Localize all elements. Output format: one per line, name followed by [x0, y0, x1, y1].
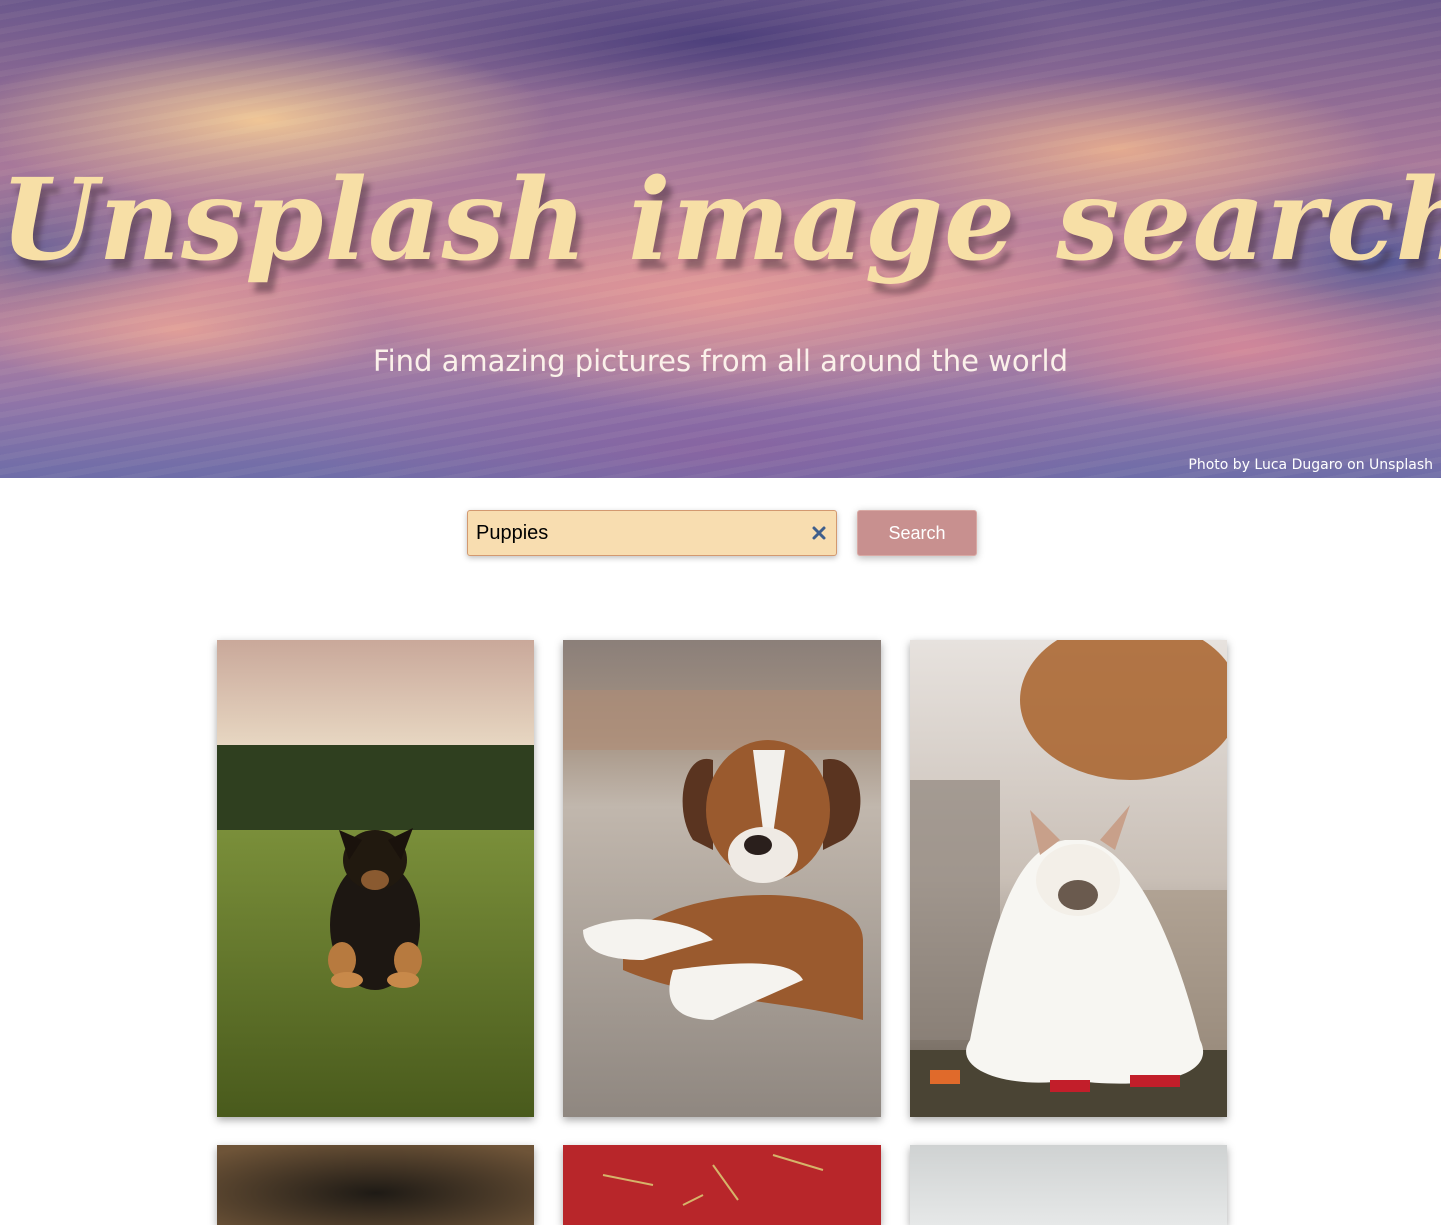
german-shepherd-puppy-photo [217, 640, 534, 1117]
page-subtitle: Find amazing pictures from all around th… [373, 344, 1068, 378]
hero-banner: Unsplash image search Find amazing pictu… [0, 0, 1441, 478]
page-title: Unsplash image search [0, 155, 1441, 286]
result-image-4[interactable] [217, 1145, 534, 1225]
puppy-photo-dark [217, 1145, 534, 1225]
clear-icon[interactable] [811, 525, 827, 541]
result-image-5[interactable] [563, 1145, 881, 1225]
result-image-6[interactable] [910, 1145, 1227, 1225]
result-image-2[interactable] [563, 640, 881, 1117]
search-field[interactable] [467, 510, 837, 556]
boxer-puppy-photo [563, 640, 881, 1117]
puppy-photo-light [910, 1145, 1227, 1225]
photo-credit: Photo by Luca Dugaro on Unsplash [1188, 457, 1433, 473]
search-button[interactable]: Search [857, 510, 977, 556]
search-input[interactable] [476, 511, 796, 555]
result-image-3[interactable] [910, 640, 1227, 1117]
result-image-1[interactable] [217, 640, 534, 1117]
french-bulldog-ghost-photo [910, 640, 1227, 1117]
puppy-photo-red [563, 1145, 881, 1225]
